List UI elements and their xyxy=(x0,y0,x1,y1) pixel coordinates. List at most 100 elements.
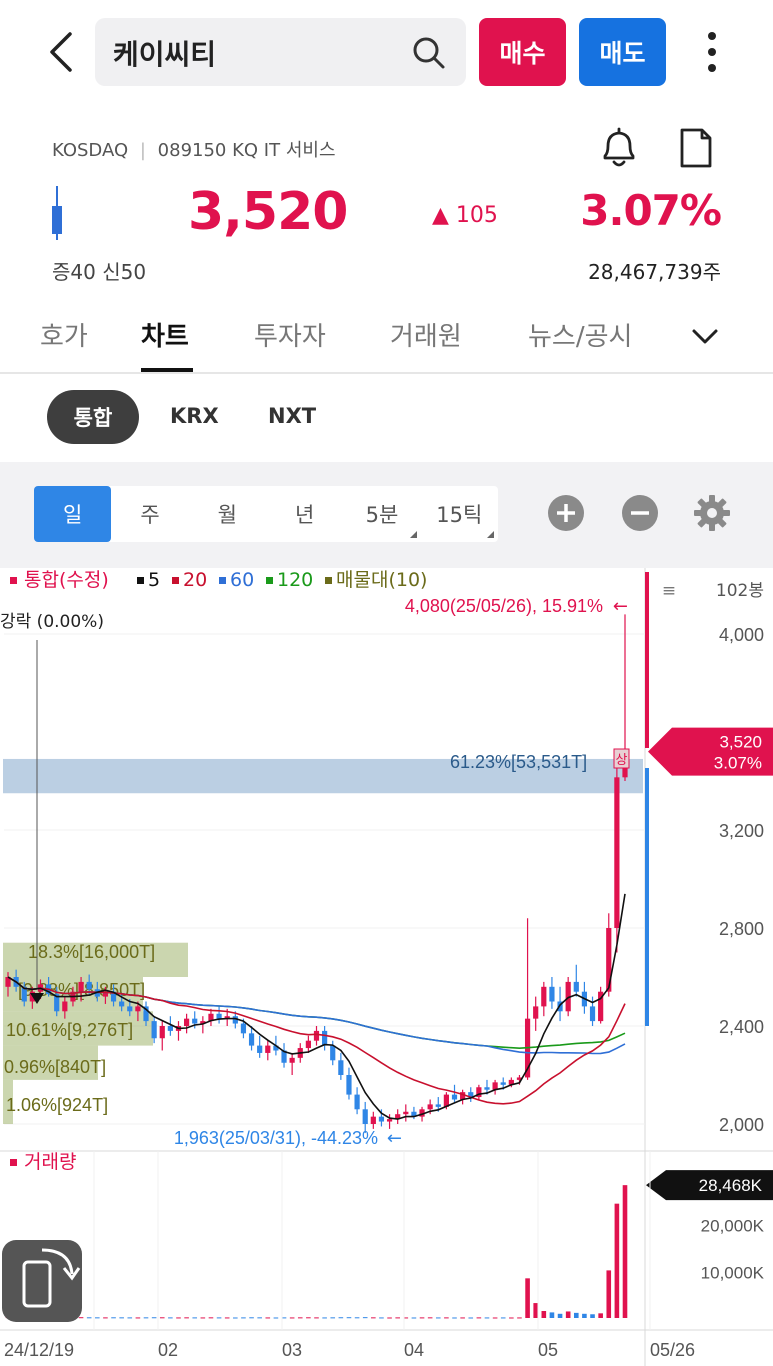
period-day[interactable]: 일 xyxy=(34,486,112,542)
detail-tabs: 호가 차트 투자자 거래원 뉴스/공시 xyxy=(0,300,773,374)
current-price: 3,520 xyxy=(188,182,348,242)
candle-body xyxy=(354,1094,360,1110)
tab-investor[interactable]: 투자자 xyxy=(254,316,326,353)
trade-volume: 28,467,739주 xyxy=(588,260,721,284)
volume-bar xyxy=(265,1317,271,1319)
candle-body xyxy=(533,1006,539,1019)
tab-orderbook[interactable]: 호가 xyxy=(40,316,88,353)
candle-body xyxy=(257,1045,263,1053)
volume-bar xyxy=(168,1317,173,1319)
top-bar: 케이씨티 매수 매도 xyxy=(0,0,773,104)
candle-body xyxy=(289,1057,295,1063)
change-percent: 3.07% xyxy=(580,186,722,235)
volume-bar xyxy=(322,1317,327,1319)
candle-body xyxy=(338,1060,344,1075)
volume-bar xyxy=(354,1317,360,1319)
candle-body xyxy=(192,1018,198,1024)
period-year[interactable]: 년 xyxy=(266,486,343,542)
margin-rate: 증40 신50 xyxy=(52,260,147,284)
rotate-screen-button xyxy=(2,1240,82,1322)
volume-bar xyxy=(492,1317,498,1319)
sell-button[interactable]: 매도 xyxy=(579,18,666,86)
market-krx-button[interactable]: KRX xyxy=(170,404,219,428)
stock-meta: KOSDAQ | 089150 KQ IT 서비스 xyxy=(52,136,336,162)
candle-body xyxy=(330,1045,336,1061)
more-menu-button[interactable] xyxy=(690,26,734,78)
volume-bar xyxy=(549,1312,555,1318)
candle-body xyxy=(451,1094,458,1100)
period-toolbar: 일 주 월 년 5분 15틱 xyxy=(0,462,773,568)
volume-bar xyxy=(371,1317,376,1319)
chevron-down-icon[interactable] xyxy=(690,322,720,352)
gear-icon[interactable] xyxy=(692,493,732,533)
volume-bar xyxy=(273,1317,279,1319)
candle-body xyxy=(305,1040,311,1049)
y-axis-label: 2,400 xyxy=(719,1017,764,1037)
high-arrow-icon: ← xyxy=(613,596,628,617)
bell-icon[interactable] xyxy=(596,126,642,170)
volume-bar xyxy=(411,1317,417,1319)
volume-profile-label: 18.3%[16,000T] xyxy=(28,942,155,962)
bar-count-label: 102봉 xyxy=(716,581,764,601)
search-icon[interactable] xyxy=(412,36,446,70)
x-axis-label: 05 xyxy=(538,1340,558,1360)
search-query: 케이씨티 xyxy=(113,38,217,71)
volume-legend-marker xyxy=(10,1159,17,1166)
search-input[interactable]: 케이씨티 xyxy=(95,18,466,86)
chart-canvas[interactable]: 61.23%[53,531T]18.3%[16,000T][9.88%][8,8… xyxy=(0,568,773,1366)
y-axis-label: 2,800 xyxy=(719,919,764,939)
candle-body xyxy=(370,1116,376,1124)
volume-bar xyxy=(379,1317,384,1319)
volume-bar xyxy=(346,1317,352,1319)
x-axis-label: 05/26 xyxy=(650,1340,695,1360)
market-combined-button[interactable]: 통합 xyxy=(47,390,139,444)
stock-chart[interactable]: 61.23%[53,531T]18.3%[16,000T][9.88%][8,8… xyxy=(0,568,773,1366)
volume-bar xyxy=(614,1203,620,1318)
volume-bar xyxy=(224,1317,230,1319)
volume-bar xyxy=(249,1317,254,1319)
volume-bar xyxy=(86,1317,92,1319)
x-axis-label: 02 xyxy=(158,1340,178,1360)
volume-axis-label: 10,000K xyxy=(701,1263,765,1282)
tab-broker[interactable]: 거래원 xyxy=(390,316,462,353)
zoom-in-icon[interactable] xyxy=(546,493,586,533)
candle-body xyxy=(378,1116,385,1122)
active-tab-indicator xyxy=(141,368,193,372)
back-button[interactable] xyxy=(38,28,82,76)
volume-bar xyxy=(533,1303,538,1318)
volume-bar xyxy=(557,1313,563,1318)
volume-bar xyxy=(127,1317,133,1319)
volume-bar xyxy=(419,1317,425,1319)
volume-bar xyxy=(582,1313,587,1318)
legend-marker xyxy=(137,577,144,584)
tab-news[interactable]: 뉴스/공시 xyxy=(528,316,632,353)
legend-marker xyxy=(10,577,17,584)
volume-bar xyxy=(314,1317,319,1319)
volume-bar xyxy=(111,1317,116,1319)
volume-bar xyxy=(484,1317,490,1319)
document-icon[interactable] xyxy=(676,126,716,170)
market-nxt-button[interactable]: NXT xyxy=(268,404,316,428)
volume-profile-label: 0.96%[840T] xyxy=(4,1057,106,1077)
legend-marker xyxy=(219,577,226,584)
candle-body xyxy=(159,1026,165,1039)
volume-bar xyxy=(565,1311,571,1318)
volume-bar xyxy=(598,1313,603,1318)
candle-body xyxy=(86,981,92,990)
buy-button[interactable]: 매수 xyxy=(479,18,566,86)
period-5min[interactable]: 5분 xyxy=(343,486,420,542)
volume-profile-label: 10.61%[9,276T] xyxy=(6,1020,133,1040)
volume-bar xyxy=(452,1317,457,1319)
legend-item: 20 xyxy=(183,569,207,591)
candle-body xyxy=(403,1111,409,1115)
period-15tick[interactable]: 15틱 xyxy=(421,486,498,542)
period-month[interactable]: 월 xyxy=(189,486,266,542)
candle-body xyxy=(135,1006,141,1012)
zoom-out-icon[interactable] xyxy=(620,493,660,533)
volume-bar xyxy=(468,1317,474,1319)
tab-chart[interactable]: 차트 xyxy=(141,316,189,353)
meta-divider: | xyxy=(139,140,146,161)
low-arrow-icon: ← xyxy=(387,1128,402,1149)
candle-body xyxy=(151,1021,157,1039)
period-week[interactable]: 주 xyxy=(111,486,188,542)
